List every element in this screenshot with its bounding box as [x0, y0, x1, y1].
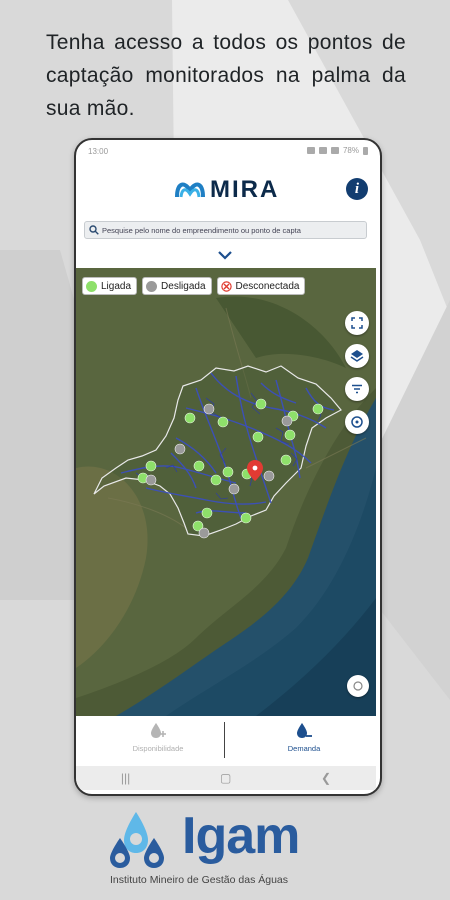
refresh-button[interactable] [345, 410, 369, 434]
phone-mockup: 13:00 78% MIRA i Pesquise pelo nome do e… [74, 138, 382, 796]
fullscreen-button[interactable] [345, 311, 369, 335]
filter-button[interactable] [345, 377, 369, 401]
status-bar: 13:00 78% [76, 140, 380, 162]
headline-text: Tenha acesso a todos os pontos de captaç… [46, 31, 406, 120]
legend-label-desligada: Desligada [161, 280, 206, 292]
info-button[interactable]: i [346, 178, 368, 200]
location-icon [353, 681, 363, 691]
chevron-down-icon[interactable] [217, 250, 233, 260]
app-logo-text: MIRA [210, 176, 280, 203]
status-icons: 78% [306, 146, 368, 155]
search-bar[interactable] [84, 221, 367, 239]
back-icon[interactable]: ❮ [321, 771, 331, 785]
nav-label-disponibilidade: Disponibilidade [132, 744, 184, 753]
fullscreen-icon [351, 317, 363, 329]
nav-demanda[interactable]: Demanda [244, 722, 364, 753]
app-logo: MIRA [174, 176, 279, 204]
bottom-navigation: Disponibilidade Demanda [76, 716, 376, 766]
refresh-icon [351, 416, 363, 428]
system-navigation-bar: ||| ▢ ❮ [76, 766, 376, 790]
legend-chip-desconectada[interactable]: Desconectada [216, 277, 306, 295]
legend-chip-ligada[interactable]: Ligada [82, 277, 138, 295]
location-button[interactable] [347, 675, 369, 697]
battery-icon [363, 146, 368, 155]
legend-chip-desligada[interactable]: Desligada [142, 277, 212, 295]
recent-apps-icon[interactable]: ||| [121, 771, 130, 785]
igam-subtitle: Instituto Mineiro de Gestão das Águas [110, 874, 289, 886]
wifi-icon [318, 147, 327, 154]
status-off-icon [146, 280, 158, 292]
mute-icon [306, 147, 315, 154]
igam-brand-text: Igam [182, 807, 300, 865]
igam-drops-icon [110, 812, 164, 868]
nav-label-demanda: Demanda [287, 744, 321, 753]
nav-divider [224, 722, 225, 758]
layers-button[interactable] [345, 344, 369, 368]
home-icon[interactable]: ▢ [220, 771, 231, 785]
legend-label-ligada: Ligada [101, 280, 132, 292]
igam-logo: Igam Instituto Mineiro de Gestão das Águ… [106, 808, 346, 892]
search-icon [89, 225, 99, 235]
status-legend: Ligada Desligada Desconectada [82, 277, 306, 295]
legend-label-desconectada: Desconectada [235, 280, 300, 292]
mira-logo-icon [175, 182, 205, 198]
battery-level: 78% [342, 146, 359, 155]
satellite-map [76, 268, 376, 716]
disconnected-icon [220, 280, 232, 292]
filter-icon [352, 384, 362, 394]
status-on-icon [86, 280, 97, 292]
water-drop-minus-icon [297, 723, 312, 738]
status-time: 13:00 [88, 147, 109, 156]
water-drop-plus-icon [151, 723, 166, 738]
search-input[interactable] [102, 225, 362, 235]
nav-disponibilidade[interactable]: Disponibilidade [98, 722, 218, 753]
map-view[interactable]: Ligada Desligada Desconectada [76, 268, 376, 716]
signal-icon [330, 147, 339, 154]
layers-icon [350, 350, 364, 362]
